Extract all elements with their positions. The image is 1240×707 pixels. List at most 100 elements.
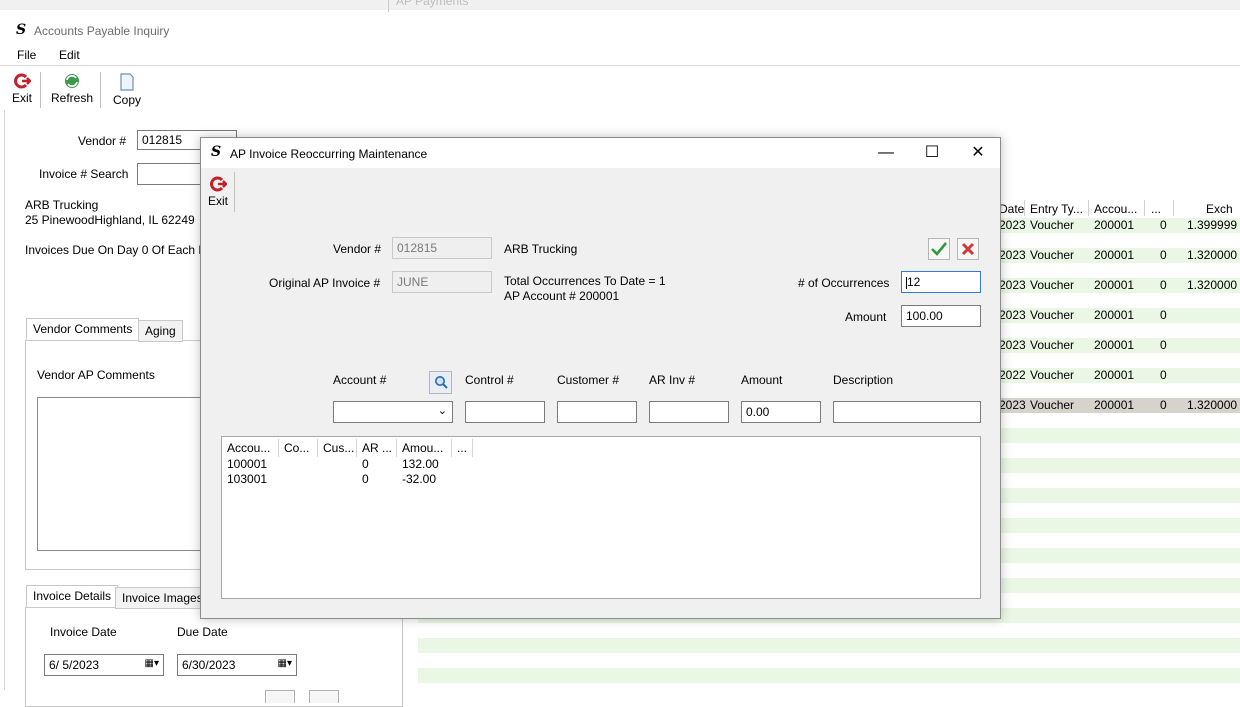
list-cell-account: 100001 [227, 457, 268, 471]
grid-header-separator [1144, 200, 1145, 216]
calendar-dropdown-icon[interactable]: ▦▾ [145, 658, 159, 669]
amount-label: Amount [845, 310, 887, 324]
list-header-separator [278, 439, 279, 457]
grid-cell-account: 200001 [1094, 398, 1135, 412]
tab-invoice-images[interactable]: Invoice Images [115, 587, 210, 609]
grid-cell-count: 0 [1160, 308, 1167, 322]
grid-cell-entry-type: Voucher [1030, 218, 1075, 232]
line-ar-inv-label: AR Inv # [649, 373, 696, 387]
grid-cell-count: 0 [1160, 338, 1167, 352]
line-amount-label: Amount [741, 373, 783, 387]
account-search-button[interactable] [429, 371, 452, 394]
small-button[interactable] [309, 690, 339, 703]
line-ar-inv-input[interactable] [649, 401, 729, 423]
grid-cell-count: 0 [1160, 248, 1167, 262]
copy-icon [120, 73, 134, 91]
chevron-down-icon: ⌄ [437, 405, 447, 417]
grid-cell-exch: 1.320000 [1187, 398, 1238, 412]
occurrences-input[interactable]: 12 [901, 271, 981, 293]
grid-cell-count: 0 [1160, 368, 1167, 382]
invoice-date-value: 6/ 5/2023 [49, 658, 100, 672]
dialog-title: AP Invoice Reoccurring Maintenance [230, 147, 428, 161]
app-logo-icon: S [211, 144, 222, 160]
toolbar-separator [40, 72, 41, 108]
tab-vendor-comments[interactable]: Vendor Comments [26, 318, 140, 340]
menu-file[interactable]: File [17, 48, 36, 62]
invoice-date-picker[interactable]: 6/ 5/2023 ▦▾ [44, 654, 164, 676]
list-header-customer[interactable]: Cus... [323, 441, 354, 455]
close-button[interactable]: ✕ [955, 138, 1001, 168]
grid-cell-exch: 1.320000 [1187, 278, 1238, 292]
cancel-button[interactable] [957, 238, 979, 260]
list-header-ar[interactable]: AR ... [362, 441, 392, 455]
distribution-list[interactable]: Accou... Co... Cus... AR ... Amou... ...… [221, 436, 981, 599]
grid-header-account[interactable]: Accou... [1094, 202, 1137, 216]
toolbar-separator [234, 172, 235, 212]
save-button[interactable] [928, 238, 950, 260]
grid-header-separator [1024, 200, 1025, 216]
line-account-select[interactable]: ⌄ [333, 401, 453, 423]
grid-header-entry-type[interactable]: Entry Ty... [1030, 202, 1083, 216]
invoice-search-input[interactable] [137, 163, 207, 185]
dialog-vendor-name: ARB Trucking [504, 242, 578, 256]
list-header-separator [451, 439, 452, 457]
refresh-button[interactable]: Refresh [50, 73, 94, 105]
grid-cell-count: 0 [1160, 218, 1167, 232]
grid-cell-entry-type: Voucher [1030, 278, 1075, 292]
line-control-label: Control # [465, 373, 514, 387]
ap-account-text: AP Account # 200001 [504, 289, 620, 303]
grid-cell-account: 200001 [1094, 218, 1135, 232]
list-header-amount[interactable]: Amou... [402, 441, 443, 455]
exit-button[interactable]: Exit [10, 73, 34, 105]
grid-header-separator [1173, 200, 1174, 216]
maximize-button[interactable]: ☐ [909, 138, 955, 168]
due-date-picker[interactable]: 6/30/2023 ▦▾ [177, 654, 297, 676]
total-occurrences-text: Total Occurrences To Date = 1 [504, 274, 666, 288]
line-customer-input[interactable] [557, 401, 637, 423]
tab-invoice-details[interactable]: Invoice Details [26, 585, 119, 607]
vendor-ap-comments-textarea[interactable] [37, 397, 207, 551]
grid-header-separator [1088, 200, 1089, 216]
grid-cell-date: 2023 [999, 248, 1026, 262]
dialog-vendor-label: Vendor # [333, 242, 382, 256]
list-cell-ar: 0 [362, 472, 369, 486]
due-date-value: 6/30/2023 [182, 658, 236, 672]
grid-header-exch[interactable]: Exch [1206, 202, 1233, 216]
line-description-input[interactable] [833, 401, 981, 423]
grid-header-more[interactable]: ... [1151, 202, 1161, 216]
refresh-label: Refresh [50, 91, 94, 105]
grid-cell-count: 0 [1160, 398, 1167, 412]
app-logo-icon: S [16, 22, 27, 38]
list-cell-account: 103001 [227, 472, 268, 486]
grid-cell-entry-type: Voucher [1030, 308, 1075, 322]
small-button[interactable] [265, 690, 295, 703]
list-header-separator [317, 439, 318, 457]
grid-header-date[interactable]: Date [999, 202, 1024, 216]
grid-cell-entry-type: Voucher [1030, 338, 1075, 352]
line-control-input[interactable] [465, 401, 545, 423]
menu-edit[interactable]: Edit [59, 48, 80, 62]
list-cell-ar: 0 [362, 457, 369, 471]
tab-aging[interactable]: Aging [138, 320, 183, 342]
copy-button[interactable]: Copy [110, 73, 144, 107]
grid-row-stripe [418, 638, 1240, 653]
dialog-exit-button[interactable]: Exit [205, 176, 231, 208]
maximize-icon: ☐ [924, 144, 940, 161]
calendar-dropdown-icon[interactable]: ▦▾ [278, 658, 292, 669]
list-header-separator [472, 439, 473, 457]
menu-bar [0, 46, 1240, 66]
list-header-control[interactable]: Co... [284, 441, 309, 455]
toolbar-separator [100, 72, 101, 108]
list-header-account[interactable]: Accou... [227, 441, 270, 455]
list-header-more[interactable]: ... [457, 441, 467, 455]
line-amount-input[interactable]: 0.00 [741, 401, 821, 423]
exit-icon [14, 73, 31, 89]
minimize-button[interactable]: — [863, 138, 909, 168]
window-border [4, 110, 5, 690]
amount-input[interactable]: 100.00 [901, 305, 981, 327]
line-account-label: Account # [333, 373, 387, 387]
search-icon [434, 376, 448, 389]
background-window-title: AP Payments [396, 0, 469, 8]
invoice-search-label: Invoice # Search [39, 167, 129, 181]
dialog-vendor-field: 012815 [392, 237, 492, 259]
